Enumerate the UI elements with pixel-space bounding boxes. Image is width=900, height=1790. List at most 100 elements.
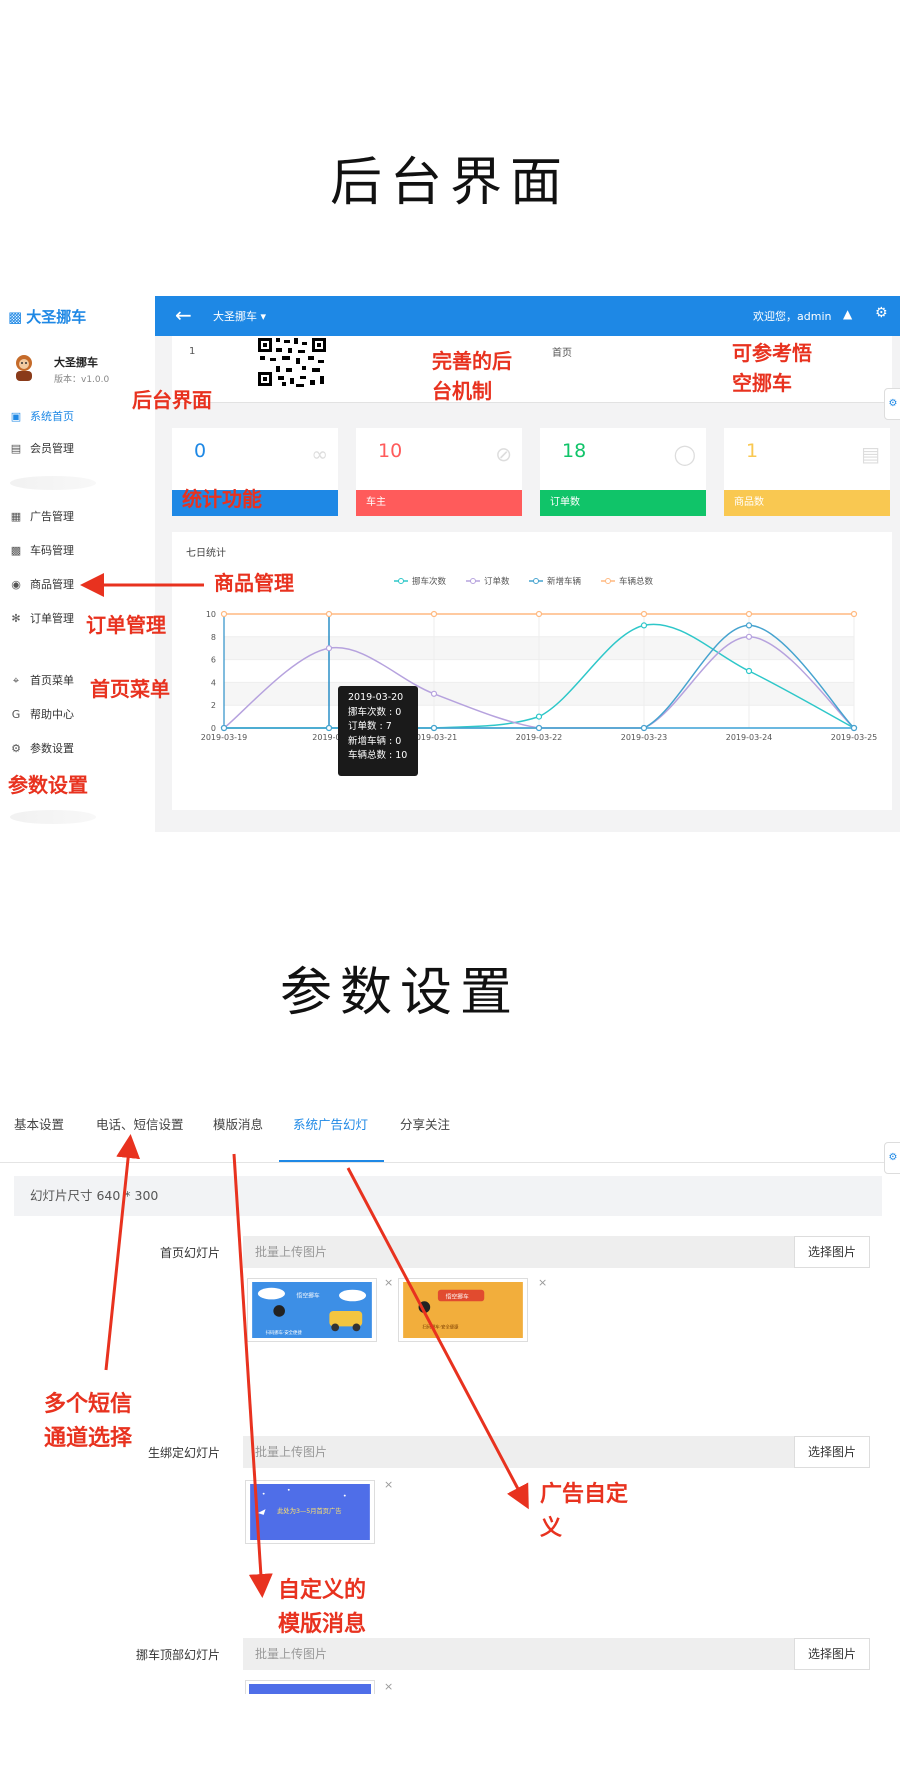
- tab-share[interactable]: 分享关注: [400, 1114, 450, 1133]
- bell-icon[interactable]: ▲: [843, 307, 852, 321]
- stat-bar: 车主: [356, 490, 522, 516]
- sidebar-item-help[interactable]: G 帮助中心: [0, 700, 155, 730]
- sidebar-item-label: 车码管理: [30, 544, 74, 557]
- sidebar-item-ads[interactable]: ▦ 广告管理: [0, 502, 155, 532]
- annotation-stats: 统计功能: [182, 487, 262, 511]
- page-title-backend: 后台界面: [329, 153, 570, 213]
- sidebar-item-carcode[interactable]: ▩ 车码管理: [0, 536, 155, 566]
- compass-icon: ◉: [11, 578, 21, 591]
- annotation-orders: 订单管理: [86, 613, 166, 637]
- data-point: [850, 724, 858, 732]
- choose-image-button[interactable]: 选择图片: [794, 1236, 870, 1268]
- document-icon: ▤: [861, 442, 880, 466]
- tooltip-line: 挪车次数 : 0: [348, 706, 402, 718]
- sidebar-item-label: 广告管理: [30, 510, 74, 523]
- stat-value: 0: [194, 440, 207, 462]
- data-point: [535, 724, 543, 732]
- slide-thumb-image: 悟空挪车 扫码挪车·安全便捷: [403, 1282, 523, 1338]
- legend-label: 车辆总数: [619, 576, 654, 587]
- annotation-template-msg: 自定义的 模版消息: [278, 1578, 367, 1637]
- data-point: [640, 610, 648, 618]
- y-tick-label: 10: [206, 610, 216, 619]
- tab-system-ads[interactable]: 系统广告幻灯: [293, 1114, 368, 1133]
- stat-value: 18: [562, 440, 587, 462]
- data-point: [430, 690, 438, 697]
- row-label-top-slides: 挪车顶部幻灯片: [135, 1648, 220, 1662]
- sidebar-item-members[interactable]: ▤ 会员管理: [0, 434, 155, 464]
- tooltip-line: 新增车辆 : 0: [348, 735, 402, 747]
- sidebar-version: 版本：v1.0.0: [54, 375, 110, 385]
- sidebar-item-params[interactable]: ⚙ 参数设置: [0, 734, 155, 764]
- sidebar-item-goods[interactable]: ◉ 商品管理: [0, 570, 155, 600]
- thumb-text: 此处为3—5月首页广告: [277, 1506, 341, 1515]
- close-icon[interactable]: ×: [384, 1680, 393, 1693]
- unlock-icon: ◯: [673, 442, 696, 466]
- settings-screenshot: 基本设置 电话、短信设置 模版消息 系统广告幻灯 分享关注 ⚙ 幻灯片尺寸 64…: [0, 1098, 900, 1694]
- legend-label: 新增车辆: [547, 576, 582, 587]
- choose-image-button[interactable]: 选择图片: [794, 1638, 870, 1670]
- sidebar: ▩ 大圣挪车 大圣挪车 版本：v1.0.0 ▣ 系统首页 ▤ 会员管理 ▦ 广告管理 ▩…: [0, 296, 155, 832]
- slide-size-hint: 幻灯片尺寸 640 * 300: [14, 1176, 882, 1216]
- close-icon[interactable]: ×: [384, 1478, 393, 1491]
- data-point: [220, 724, 228, 732]
- qr-code-image: [256, 336, 328, 388]
- data-point: [325, 610, 333, 618]
- thumb-text: 扫码挪车·安全便捷: [266, 1329, 303, 1336]
- slide-thumb: [245, 1680, 375, 1694]
- member-icon: ▤: [10, 442, 22, 455]
- upload-input[interactable]: [243, 1236, 793, 1268]
- welcome-text: 欢迎您，admin: [753, 310, 832, 323]
- back-arrow-icon[interactable]: ←: [175, 303, 192, 327]
- stat-card-orders: 18 ◯ 订单数: [540, 428, 706, 516]
- stat-value: 1: [746, 440, 759, 462]
- car-icon: ▩: [8, 308, 23, 326]
- close-icon[interactable]: ×: [384, 1276, 393, 1289]
- home-icon: ▣: [10, 410, 22, 423]
- thumb-text: 悟空挪车: [297, 1291, 320, 1299]
- tab-template[interactable]: 模版消息: [213, 1114, 263, 1133]
- stat-value: 10: [378, 440, 403, 462]
- sidebar-brand[interactable]: ▩ 大圣挪车: [8, 306, 86, 327]
- chart-tooltip: 2019-03-20 挪车次数 : 0 订单数 : 7 新增车辆 : 0 车辆总…: [338, 686, 418, 776]
- redaction-scribble: [10, 476, 96, 490]
- home-link[interactable]: 首页: [552, 344, 572, 359]
- data-point: [535, 610, 543, 618]
- upload-input[interactable]: [243, 1436, 793, 1468]
- data-point: [745, 610, 753, 618]
- data-point: [220, 610, 228, 618]
- slide-thumb-image: 悟空挪车 扫码挪车·安全便捷: [252, 1282, 372, 1338]
- settings-side-tab-icon[interactable]: ⚙: [884, 388, 900, 420]
- data-point: [640, 622, 648, 629]
- car-icon: ▩: [10, 544, 22, 557]
- legend-marker: [533, 578, 539, 584]
- settings-side-tab-icon[interactable]: ⚙: [884, 1142, 900, 1174]
- upload-input[interactable]: [243, 1638, 793, 1670]
- thumb-text: 扫码挪车·安全便捷: [422, 1323, 459, 1330]
- slide-thumb: 悟空挪车 扫码挪车·安全便捷: [247, 1278, 377, 1342]
- data-point: [745, 667, 753, 675]
- brand-label: 大圣挪车: [26, 308, 87, 326]
- data-point: [535, 713, 543, 720]
- upload-home-slides: 选择图片: [243, 1236, 870, 1268]
- topbar-title[interactable]: 大圣挪车 ▾: [213, 308, 266, 324]
- stat-bar: 订单数: [540, 490, 706, 516]
- tab-phone-sms[interactable]: 电话、短信设置: [96, 1114, 184, 1133]
- y-tick-label: 2: [211, 701, 216, 710]
- image-icon: ▦: [10, 510, 22, 523]
- tooltip-line: 订单数 : 7: [348, 721, 392, 732]
- tabs-divider: [0, 1162, 900, 1163]
- page-title-params: 参数设置: [279, 963, 520, 1023]
- annotation-menu: 首页菜单: [90, 677, 170, 701]
- slide-thumb-image: [249, 1684, 371, 1694]
- stat-card-goods: 1 ▤ 商品数: [724, 428, 890, 516]
- tab-basic[interactable]: 基本设置: [14, 1114, 64, 1133]
- choose-image-button[interactable]: 选择图片: [794, 1436, 870, 1468]
- gear-icon: ⚙: [11, 742, 21, 755]
- sidebar-item-label: 帮助中心: [30, 708, 74, 721]
- sidebar-item-label: 参数设置: [30, 742, 74, 755]
- y-tick-label: 6: [211, 656, 216, 665]
- close-icon[interactable]: ×: [538, 1276, 547, 1289]
- gear-icon[interactable]: ⚙: [875, 305, 888, 321]
- stat-card-owners: 10 ⊘ 车主: [356, 428, 522, 516]
- x-tick-label: 2019-03-24: [726, 733, 773, 742]
